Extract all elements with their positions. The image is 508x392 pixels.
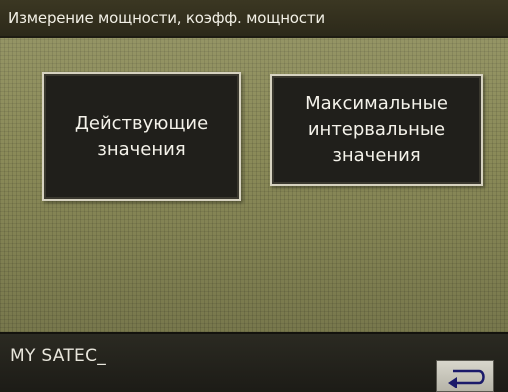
status-bar: MY SATEC_: [0, 332, 508, 392]
title-bar: Измерение мощности, коэфф. мощности: [0, 0, 508, 38]
return-arrow-icon: [448, 369, 485, 388]
page-title: Измерение мощности, коэфф. мощности: [8, 9, 325, 27]
actual-values-button[interactable]: Действующие значения: [42, 72, 241, 201]
back-button[interactable]: [436, 360, 494, 392]
device-screen: Измерение мощности, коэфф. мощности Дейс…: [0, 0, 508, 392]
max-interval-values-button[interactable]: Максимальные интервальные значения: [270, 74, 483, 186]
actual-values-label: Действующие значения: [74, 112, 209, 160]
device-name: MY SATEC_: [10, 346, 107, 366]
max-interval-values-label: Максимальные интервальные значения: [305, 93, 448, 166]
